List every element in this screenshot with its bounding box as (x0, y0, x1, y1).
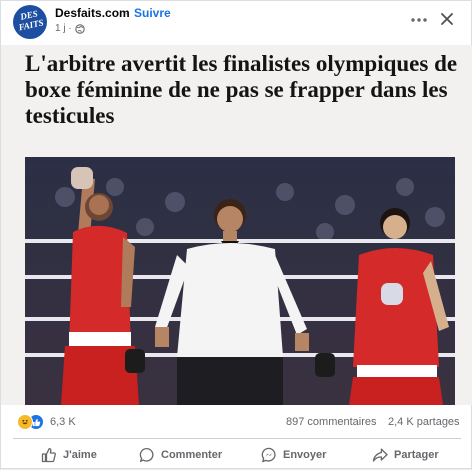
share-icon (372, 448, 388, 462)
post-image[interactable]: L'arbitre avertit les finalistes olympiq… (1, 45, 472, 405)
share-button[interactable]: Partager (372, 443, 439, 467)
page-name[interactable]: Desfaits.com (55, 6, 130, 20)
avatar[interactable]: DES FAITS (13, 5, 47, 39)
avatar-logo-text: DES FAITS (17, 8, 45, 33)
reactions[interactable]: 6,3 K (17, 414, 76, 430)
headline: L'arbitre avertit les finalistes olympiq… (25, 51, 458, 128)
post-stats: 6,3 K 897 commentaires 2,4 K partages (13, 405, 461, 439)
boxing-photo (25, 157, 455, 405)
close-icon (441, 13, 453, 25)
post-time[interactable]: 1 j · (55, 23, 72, 34)
thumbs-up-icon (41, 447, 56, 463)
messenger-icon (261, 447, 276, 463)
post-header: DES FAITS Desfaits.com · Suivre 1 j · (1, 1, 472, 45)
close-button[interactable] (435, 7, 459, 31)
more-options-button[interactable] (405, 9, 433, 31)
comment-button[interactable]: Commenter (139, 443, 222, 467)
photo-illustration (25, 157, 455, 405)
send-label: Envoyer (283, 449, 327, 461)
globe-icon (74, 23, 85, 34)
follow-separator: · (125, 6, 129, 20)
follow-button[interactable]: Suivre (134, 6, 171, 20)
like-label: J'aime (63, 449, 97, 461)
reaction-count: 6,3 K (50, 416, 76, 428)
post-card: DES FAITS Desfaits.com · Suivre 1 j · L' (0, 0, 472, 469)
send-button[interactable]: Envoyer (261, 443, 326, 467)
shares-count[interactable]: 2,4 K partages (388, 416, 460, 428)
comments-count[interactable]: 897 commentaires (286, 416, 377, 428)
post-actions: J'aime Commenter Envoyer Partager (1, 441, 472, 470)
more-icon (411, 18, 427, 22)
like-button[interactable]: J'aime (41, 443, 97, 467)
comment-label: Commenter (161, 449, 223, 461)
share-label: Partager (394, 449, 439, 461)
comment-icon (139, 447, 154, 463)
post-meta: 1 j · (55, 23, 85, 34)
haha-reaction-icon (17, 414, 33, 430)
